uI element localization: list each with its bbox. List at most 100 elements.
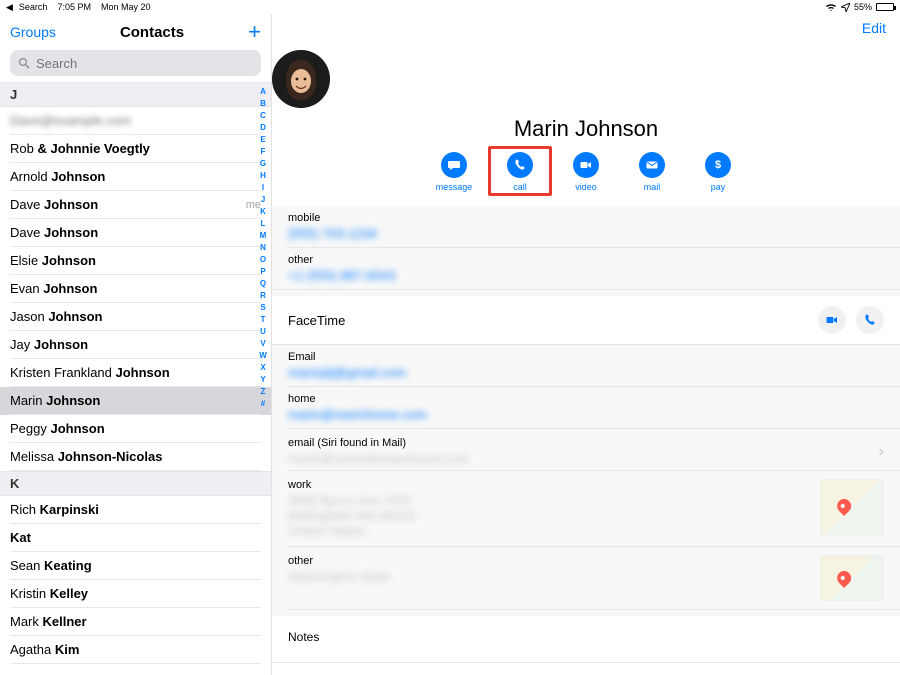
message-icon xyxy=(441,152,467,178)
alpha-index-letter[interactable]: P xyxy=(257,266,269,278)
map-thumbnail[interactable] xyxy=(820,479,884,535)
alpha-index-letter[interactable]: E xyxy=(257,134,269,146)
contact-row[interactable]: Jay Johnson xyxy=(0,331,271,359)
alpha-index-letter[interactable]: H xyxy=(257,170,269,182)
contact-row[interactable]: Dave@example.com xyxy=(0,107,271,135)
groups-button[interactable]: Groups xyxy=(10,24,56,40)
contact-row[interactable]: Rich Karpinski xyxy=(0,496,271,524)
video-icon xyxy=(573,152,599,178)
alpha-index-letter[interactable]: V xyxy=(257,338,269,350)
contact-row[interactable]: Mark Kellner xyxy=(0,608,271,636)
battery-pct: 55% xyxy=(854,2,872,12)
contact-list[interactable]: J Dave@example.comRob & Johnnie VoegtlyAr… xyxy=(0,82,271,675)
action-call[interactable]: call xyxy=(498,152,542,192)
contact-row[interactable]: Arnold Johnson xyxy=(0,163,271,191)
alpha-index-letter[interactable]: O xyxy=(257,254,269,266)
battery-icon xyxy=(876,3,894,11)
contact-row[interactable]: Elsie Johnson xyxy=(0,247,271,275)
alpha-index-letter[interactable]: A xyxy=(257,86,269,98)
alpha-index-letter[interactable]: D xyxy=(257,122,269,134)
map-pin-icon xyxy=(834,568,854,588)
field-value: marinjdj@gmail.com xyxy=(288,365,884,380)
field-value: (555) 703-1234 xyxy=(288,226,884,241)
field-mobile[interactable]: mobile (555) 703-1234 xyxy=(272,206,900,247)
facetime-label: FaceTime xyxy=(288,313,345,328)
field-label: Email xyxy=(288,351,884,363)
statusbar-time: 7:05 PM xyxy=(57,2,91,12)
alpha-index[interactable]: ABCDEFGHIJKLMNOPQRSTUVWXYZ# xyxy=(257,82,269,675)
contact-row[interactable]: Agatha Kim xyxy=(0,636,271,664)
contact-row[interactable]: Sean Keating xyxy=(0,552,271,580)
wifi-icon xyxy=(825,3,837,12)
action-message[interactable]: message xyxy=(432,152,476,192)
send-message-link[interactable]: Send Message xyxy=(272,663,900,675)
contact-row[interactable]: Dave Johnson xyxy=(0,219,271,247)
field-other[interactable]: other+1 (555) 987-6543 xyxy=(272,248,900,289)
alpha-index-letter[interactable]: L xyxy=(257,218,269,230)
back-caret-icon[interactable]: ◀ xyxy=(6,2,13,13)
alpha-index-letter[interactable]: W xyxy=(257,350,269,362)
statusbar-back-label[interactable]: Search xyxy=(19,2,48,12)
contact-row[interactable]: Dave Johnsonme xyxy=(0,191,271,219)
alpha-index-letter[interactable]: J xyxy=(257,194,269,206)
search-field[interactable] xyxy=(10,50,261,76)
alpha-index-letter[interactable]: Z xyxy=(257,386,269,398)
contact-row[interactable]: Marin Johnson xyxy=(0,387,271,415)
field-label: other xyxy=(288,254,884,266)
contact-row[interactable]: Evan Johnson xyxy=(0,275,271,303)
field-label: email (Siri found in Mail) xyxy=(288,437,469,449)
contact-row[interactable]: Kristen Frankland Johnson xyxy=(0,359,271,387)
alpha-index-letter[interactable]: G xyxy=(257,158,269,170)
sidebar-title: Contacts xyxy=(120,24,184,41)
notes-field[interactable]: Notes xyxy=(272,616,900,662)
contact-detail: Edit Marin Johnson messagecallvideomail$… xyxy=(272,14,900,675)
contact-row[interactable]: Kristin Kelley xyxy=(0,580,271,608)
contact-row[interactable]: Peggy Johnson xyxy=(0,415,271,443)
siri-found-row[interactable]: email (Siri found in Mail)marin@somedoma… xyxy=(272,429,900,470)
field-label: mobile xyxy=(288,212,884,224)
address-other[interactable]: otherWashington State xyxy=(272,547,900,609)
alpha-index-letter[interactable]: M xyxy=(257,230,269,242)
add-contact-button[interactable]: + xyxy=(248,21,261,43)
contact-row[interactable]: Jason Johnson xyxy=(0,303,271,331)
address-work[interactable]: work3848 Byron Ave #201Bellingham WA 982… xyxy=(272,471,900,546)
chevron-right-icon: › xyxy=(879,443,884,461)
contacts-sidebar: Groups Contacts + J Dave@example.comRob &… xyxy=(0,14,272,675)
contact-row[interactable]: Rob & Johnnie Voegtly xyxy=(0,135,271,163)
facetime-video-button[interactable] xyxy=(818,306,846,334)
alpha-index-letter[interactable]: C xyxy=(257,110,269,122)
action-pay[interactable]: $ pay xyxy=(696,152,740,192)
location-icon xyxy=(841,3,850,12)
action-mail[interactable]: mail xyxy=(630,152,674,192)
action-label: pay xyxy=(711,182,726,192)
alpha-index-letter[interactable]: Y xyxy=(257,374,269,386)
contact-row[interactable]: Kat xyxy=(0,524,271,552)
action-label: mail xyxy=(644,182,661,192)
svg-text:$: $ xyxy=(715,159,721,171)
alpha-index-letter[interactable]: I xyxy=(257,182,269,194)
alpha-index-letter[interactable]: S xyxy=(257,302,269,314)
alpha-index-letter[interactable]: T xyxy=(257,314,269,326)
section-header: K xyxy=(0,471,271,496)
map-thumbnail[interactable] xyxy=(820,555,884,601)
alpha-index-letter[interactable]: Q xyxy=(257,278,269,290)
alpha-index-letter[interactable]: N xyxy=(257,242,269,254)
facetime-audio-button[interactable] xyxy=(856,306,884,334)
field-Email[interactable]: Email marinjdj@gmail.com xyxy=(272,345,900,386)
action-video[interactable]: video xyxy=(564,152,608,192)
alpha-index-letter[interactable]: F xyxy=(257,146,269,158)
mail-icon xyxy=(639,152,665,178)
field-home[interactable]: homemarin@marinhome.com xyxy=(272,387,900,428)
alpha-index-letter[interactable]: U xyxy=(257,326,269,338)
alpha-index-letter[interactable]: # xyxy=(257,398,269,410)
status-bar: ◀ Search 7:05 PM Mon May 20 55% xyxy=(0,0,900,14)
map-pin-icon xyxy=(834,496,854,516)
edit-button[interactable]: Edit xyxy=(862,20,886,36)
alpha-index-letter[interactable]: X xyxy=(257,362,269,374)
alpha-index-letter[interactable]: K xyxy=(257,206,269,218)
alpha-index-letter[interactable]: B xyxy=(257,98,269,110)
field-label: work xyxy=(288,479,808,491)
alpha-index-letter[interactable]: R xyxy=(257,290,269,302)
contact-row[interactable]: Melissa Johnson-Nicolas xyxy=(0,443,271,471)
search-input[interactable] xyxy=(36,56,253,71)
